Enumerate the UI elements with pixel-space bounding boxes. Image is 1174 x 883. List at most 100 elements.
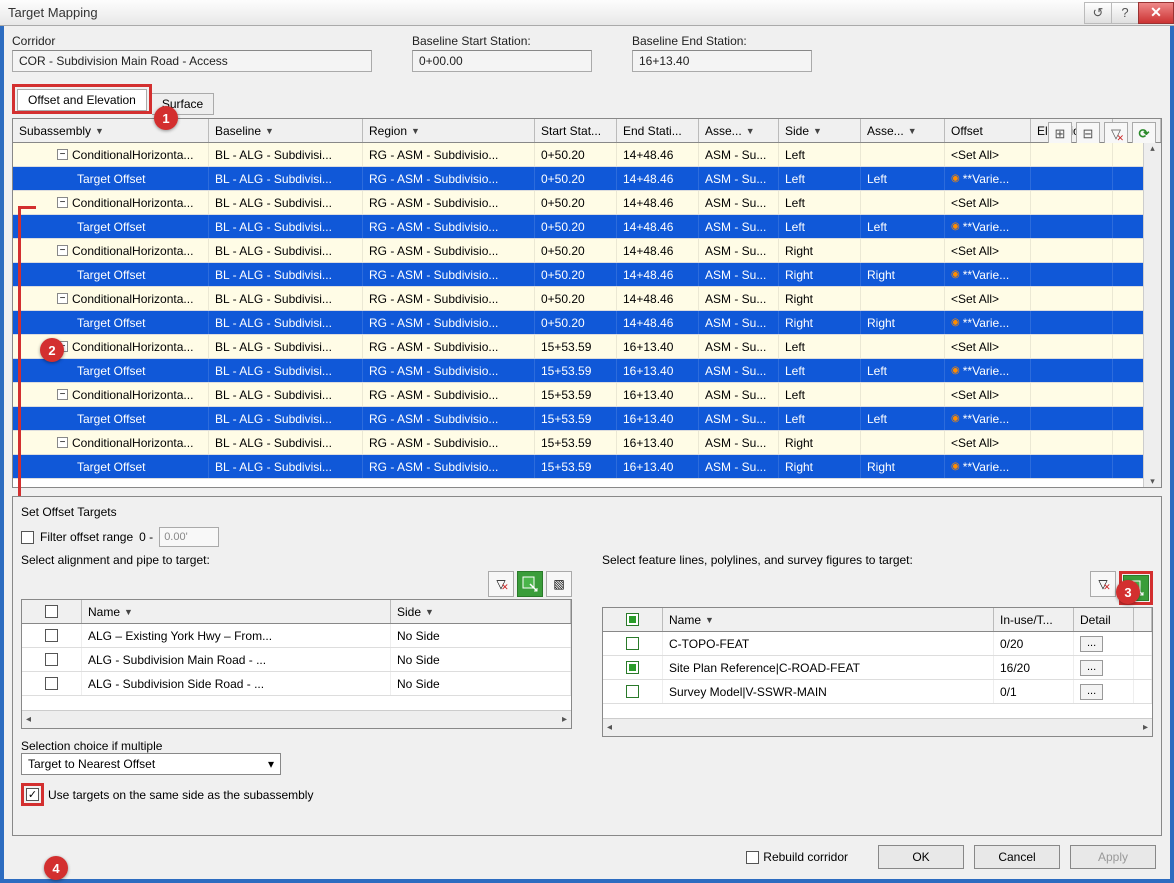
- right-check-all[interactable]: [603, 608, 663, 631]
- table-row[interactable]: −ConditionalHorizonta...BL - ALG - Subdi…: [13, 239, 1161, 263]
- same-side-label: Use targets on the same side as the suba…: [48, 788, 313, 802]
- selection-choice-dropdown[interactable]: Target to Nearest Offset▾: [21, 753, 281, 775]
- collapse-icon[interactable]: −: [57, 149, 68, 160]
- collapse-icon[interactable]: −: [57, 197, 68, 208]
- row-checkbox[interactable]: [45, 677, 58, 690]
- col-subassembly[interactable]: Subassembly▼: [13, 119, 209, 142]
- row-checkbox[interactable]: [45, 653, 58, 666]
- col-region[interactable]: Region▼: [363, 119, 535, 142]
- table-row[interactable]: Target OffsetBL - ALG - Subdivisi...RG -…: [13, 167, 1161, 191]
- window-title: Target Mapping: [8, 5, 98, 20]
- col-baseline[interactable]: Baseline▼: [209, 119, 363, 142]
- callout-2: 2: [40, 338, 64, 362]
- row-checkbox[interactable]: [626, 637, 639, 650]
- row-checkbox[interactable]: [626, 661, 639, 674]
- filter-zero: 0 -: [139, 530, 153, 544]
- right-col-detail[interactable]: Detail: [1074, 608, 1134, 631]
- list-item[interactable]: ALG – Existing York Hwy – From...No Side: [22, 624, 571, 648]
- corridor-label: Corridor: [12, 34, 372, 48]
- table-row[interactable]: −ConditionalHorizonta...BL - ALG - Subdi…: [13, 287, 1161, 311]
- tab-offset-elevation[interactable]: Offset and Elevation: [17, 89, 147, 111]
- col-assembly2[interactable]: Asse...▼: [861, 119, 945, 142]
- col-offset[interactable]: Offset: [945, 119, 1031, 142]
- apply-button[interactable]: Apply: [1070, 845, 1156, 869]
- table-row[interactable]: −ConditionalHorizonta...BL - ALG - Subdi…: [13, 335, 1161, 359]
- collapse-icon[interactable]: −: [57, 389, 68, 400]
- detail-button[interactable]: ...: [1080, 684, 1103, 700]
- table-row[interactable]: Target OffsetBL - ALG - Subdivisi...RG -…: [13, 455, 1161, 479]
- filter-offset-checkbox[interactable]: [21, 531, 34, 544]
- table-row[interactable]: Target OffsetBL - ALG - Subdivisi...RG -…: [13, 215, 1161, 239]
- detail-button[interactable]: ...: [1080, 636, 1103, 652]
- left-col-name[interactable]: Name▼: [82, 600, 391, 623]
- row-checkbox[interactable]: [626, 685, 639, 698]
- col-start-station[interactable]: Start Stat...: [535, 119, 617, 142]
- collapse-icon[interactable]: −: [57, 245, 68, 256]
- callout-box-1: Offset and Elevation: [12, 84, 152, 114]
- table-row[interactable]: Target OffsetBL - ALG - Subdivisi...RG -…: [13, 311, 1161, 335]
- callout-bracket-2: [18, 206, 36, 526]
- row-checkbox[interactable]: [45, 629, 58, 642]
- list-item[interactable]: Survey Model|V-SSWR-MAIN0/1...: [603, 680, 1152, 704]
- alignments-grid: Name▼ Side▼ ALG – Existing York Hwy – Fr…: [21, 599, 572, 729]
- reset-button[interactable]: ↺: [1084, 2, 1112, 24]
- table-row[interactable]: Target OffsetBL - ALG - Subdivisi...RG -…: [13, 263, 1161, 287]
- collapse-icon[interactable]: −: [57, 293, 68, 304]
- detail-button[interactable]: ...: [1080, 660, 1103, 676]
- left-hscroll[interactable]: ◂▸: [22, 710, 571, 728]
- col-assembly[interactable]: Asse...▼: [699, 119, 779, 142]
- titlebar: Target Mapping ↺ ? ✕: [0, 0, 1174, 26]
- collapse-icon[interactable]: −: [57, 437, 68, 448]
- right-hscroll[interactable]: ◂▸: [603, 718, 1152, 736]
- target-icon: ◉: [951, 365, 960, 376]
- table-row[interactable]: Target OffsetBL - ALG - Subdivisi...RG -…: [13, 359, 1161, 383]
- set-offset-targets-panel: Set Offset Targets Filter offset range 0…: [12, 496, 1162, 836]
- baseline-start-field: 0+00.00: [412, 50, 592, 72]
- target-icon: ◉: [951, 413, 960, 424]
- same-side-checkbox[interactable]: [26, 788, 39, 801]
- callout-1: 1: [154, 106, 178, 130]
- ok-button[interactable]: OK: [878, 845, 964, 869]
- feature-lines-grid: Name▼ In-use/T... Detail C-TOPO-FEAT0/20…: [602, 607, 1153, 737]
- chevron-down-icon: ▾: [268, 757, 274, 771]
- baseline-end-label: Baseline End Station:: [632, 34, 812, 48]
- right-col-inuse[interactable]: In-use/T...: [994, 608, 1074, 631]
- left-check-all[interactable]: [22, 600, 82, 623]
- list-item[interactable]: C-TOPO-FEAT0/20...: [603, 632, 1152, 656]
- target-icon: ◉: [951, 317, 960, 328]
- rebuild-corridor-label: Rebuild corridor: [763, 850, 848, 864]
- cancel-button[interactable]: Cancel: [974, 845, 1060, 869]
- callout-box-4: [21, 783, 44, 806]
- rebuild-corridor-checkbox[interactable]: [746, 851, 759, 864]
- vertical-scrollbar[interactable]: ▴▾: [1143, 143, 1161, 487]
- right-filter-clear-button[interactable]: ▽✕: [1090, 571, 1116, 597]
- close-button[interactable]: ✕: [1138, 2, 1174, 24]
- left-layers-button[interactable]: ▧: [546, 571, 572, 597]
- callout-3: 3: [1116, 580, 1140, 604]
- left-filter-clear-button[interactable]: ▽✕: [488, 571, 514, 597]
- callout-4: 4: [44, 856, 68, 880]
- table-row[interactable]: −ConditionalHorizonta...BL - ALG - Subdi…: [13, 191, 1161, 215]
- help-button[interactable]: ?: [1111, 2, 1139, 24]
- list-item[interactable]: ALG - Subdivision Side Road - ...No Side: [22, 672, 571, 696]
- right-subheader: Select feature lines, polylines, and sur…: [602, 553, 1153, 567]
- table-row[interactable]: −ConditionalHorizonta...BL - ALG - Subdi…: [13, 431, 1161, 455]
- selection-choice-label: Selection choice if multiple: [21, 739, 572, 753]
- lower-title: Set Offset Targets: [21, 505, 1153, 519]
- table-row[interactable]: Target OffsetBL - ALG - Subdivisi...RG -…: [13, 407, 1161, 431]
- list-item[interactable]: ALG - Subdivision Main Road - ...No Side: [22, 648, 571, 672]
- left-col-side[interactable]: Side▼: [391, 600, 571, 623]
- list-item[interactable]: Site Plan Reference|C-ROAD-FEAT16/20...: [603, 656, 1152, 680]
- baseline-start-label: Baseline Start Station:: [412, 34, 592, 48]
- col-end-station[interactable]: End Stati...: [617, 119, 699, 142]
- targets-grid: Subassembly▼ Baseline▼ Region▼ Start Sta…: [12, 118, 1162, 488]
- filter-offset-input[interactable]: [159, 527, 219, 547]
- target-icon: ◉: [951, 269, 960, 280]
- right-col-name[interactable]: Name▼: [663, 608, 994, 631]
- table-row[interactable]: −ConditionalHorizonta...BL - ALG - Subdi…: [13, 143, 1161, 167]
- table-row[interactable]: −ConditionalHorizonta...BL - ALG - Subdi…: [13, 383, 1161, 407]
- left-select-button[interactable]: [517, 571, 543, 597]
- target-icon: ◉: [951, 173, 960, 184]
- col-side[interactable]: Side▼: [779, 119, 861, 142]
- target-icon: ◉: [951, 221, 960, 232]
